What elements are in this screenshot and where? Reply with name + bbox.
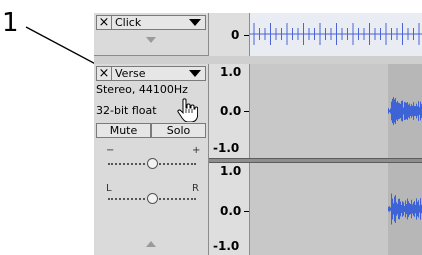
verse-track-bit-depth: 32-bit float bbox=[96, 104, 157, 117]
gain-slider-thumb[interactable] bbox=[146, 158, 158, 169]
click-track-menu-arrow-icon[interactable] bbox=[189, 19, 201, 26]
verse-ruler-top-tick bbox=[244, 111, 249, 112]
verse-waveform-left bbox=[388, 96, 422, 126]
click-track-control-panel: × Click bbox=[94, 13, 209, 56]
callout-number: 1 bbox=[2, 8, 19, 38]
pan-left-label: L bbox=[106, 183, 112, 194]
verse-ruler-top-zero: 0.0 bbox=[220, 104, 242, 118]
verse-ruler-bottom-max: 1.0 bbox=[220, 164, 242, 178]
click-track-collapse-icon[interactable] bbox=[146, 37, 156, 43]
verse-track-close-button[interactable]: × bbox=[97, 67, 112, 80]
verse-track-menu-arrow-icon[interactable] bbox=[189, 70, 201, 77]
verse-track-control-panel: × Verse Stereo, 44100Hz 32-bit float Mut… bbox=[94, 64, 209, 255]
verse-waveform-right bbox=[388, 193, 422, 225]
gain-minus-label: − bbox=[106, 145, 115, 156]
click-track-area[interactable] bbox=[250, 13, 422, 57]
click-track-waveform bbox=[250, 23, 422, 45]
click-track-header[interactable]: × Click bbox=[96, 15, 206, 30]
verse-track-format: Stereo, 44100Hz bbox=[96, 83, 188, 96]
verse-ruler-bottom: 1.0 0.0 -1.0 bbox=[209, 163, 250, 255]
mute-button[interactable]: Mute bbox=[96, 123, 151, 138]
mute-solo-row: Mute Solo bbox=[96, 123, 206, 138]
click-ruler-label: 0 bbox=[231, 28, 240, 42]
verse-track-header[interactable]: × Verse bbox=[96, 66, 206, 81]
verse-track-left-channel[interactable] bbox=[250, 64, 422, 158]
click-track-name[interactable]: Click bbox=[115, 16, 141, 29]
verse-ruler-bottom-tick bbox=[244, 211, 249, 212]
track-separator bbox=[94, 56, 422, 64]
click-track-ruler: 0 bbox=[209, 13, 250, 56]
verse-track-name[interactable]: Verse bbox=[115, 67, 145, 80]
verse-ruler-bottom-min: -1.0 bbox=[213, 239, 240, 253]
verse-track-right-channel[interactable] bbox=[250, 163, 422, 255]
verse-ruler-top-max: 1.0 bbox=[220, 65, 242, 79]
verse-ruler-bottom-zero: 0.0 bbox=[220, 204, 242, 218]
pan-slider-thumb[interactable] bbox=[146, 193, 158, 204]
verse-ruler-top-min: -1.0 bbox=[213, 141, 240, 155]
hand-cursor-icon bbox=[177, 98, 198, 122]
verse-ruler-top: 1.0 0.0 -1.0 bbox=[209, 64, 250, 158]
gain-plus-label: + bbox=[192, 145, 201, 156]
solo-button[interactable]: Solo bbox=[151, 123, 206, 138]
verse-track-expand-icon[interactable] bbox=[146, 241, 156, 247]
click-track-close-button[interactable]: × bbox=[97, 16, 112, 29]
pan-right-label: R bbox=[192, 183, 199, 194]
click-ruler-tick bbox=[244, 35, 249, 36]
